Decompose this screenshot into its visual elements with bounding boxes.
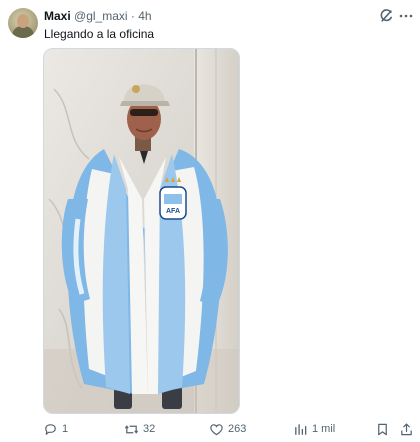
like-count: 263 — [228, 423, 247, 435]
share-icon — [401, 422, 412, 435]
tweet-actions: 1 32 263 1 mil — [0, 420, 420, 438]
author-name[interactable]: Maxi — [44, 9, 71, 23]
author-handle[interactable]: @gl_maxi — [74, 9, 128, 23]
svg-text:AFA: AFA — [166, 208, 180, 215]
retweet-action[interactable]: 32 — [124, 420, 155, 438]
more-icon[interactable] — [398, 8, 414, 24]
like-action[interactable]: 263 — [209, 420, 246, 438]
reply-icon — [45, 423, 56, 435]
tweet-header: Maxi @gl_maxi · 4h — [44, 9, 152, 23]
avatar-face — [17, 14, 29, 28]
retweet-count: 32 — [143, 423, 156, 435]
views-icon — [295, 423, 307, 435]
views-count: 1 mil — [312, 423, 336, 435]
views-action[interactable]: 1 mil — [293, 420, 335, 438]
reply-count: 1 — [62, 423, 69, 435]
tweet-text: Llegando a la oficina — [44, 27, 155, 41]
grok-icon[interactable] — [378, 8, 394, 24]
reply-action[interactable]: 1 — [43, 420, 68, 438]
tweet-photo: AFA — [44, 49, 239, 413]
share-action[interactable] — [399, 420, 414, 438]
bookmark-action[interactable] — [375, 420, 390, 438]
tweet-media[interactable]: AFA — [43, 48, 240, 414]
tweet-time[interactable]: 4h — [138, 9, 151, 23]
avatar[interactable] — [8, 8, 38, 38]
bookmark-icon — [378, 423, 387, 435]
like-icon — [210, 423, 223, 435]
separator-dot: · — [130, 9, 135, 23]
retweet-icon — [124, 424, 139, 434]
